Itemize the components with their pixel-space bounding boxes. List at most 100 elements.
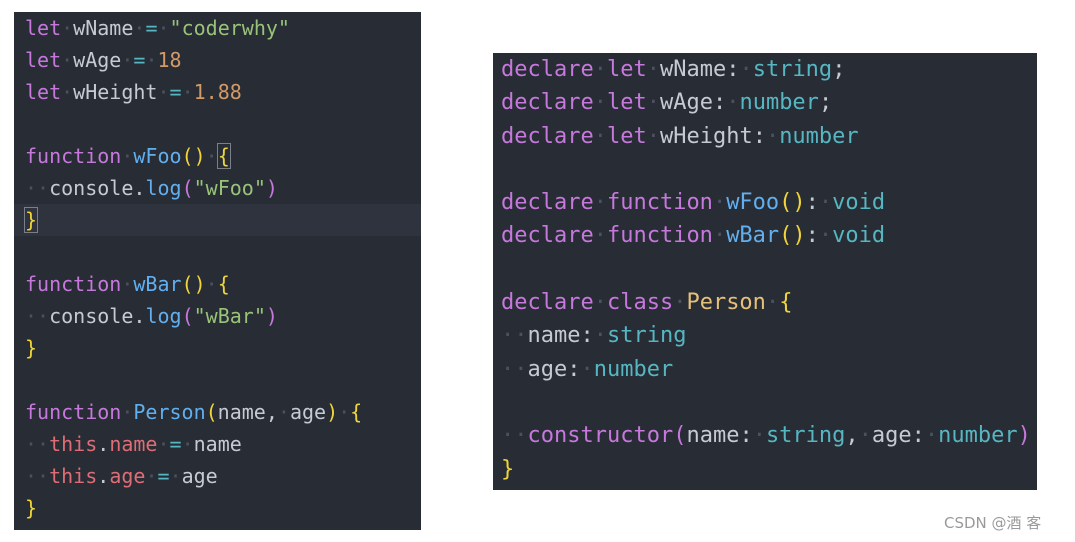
code-token-prop: this <box>49 464 98 488</box>
code-token-pparen: ) <box>265 176 278 200</box>
code-line[interactable]: let·wAge·=·18 <box>25 44 421 76</box>
code-token-num: 1.88 <box>193 80 242 104</box>
code-line[interactable] <box>501 153 1037 186</box>
code-line[interactable]: function·wFoo()·{ <box>25 140 421 172</box>
code-line[interactable] <box>25 364 421 396</box>
code-line[interactable]: ··this.age·=·age <box>25 460 421 492</box>
code-token-var: console <box>49 304 134 328</box>
code-token-paren: { <box>217 272 230 296</box>
code-line[interactable]: declare·let·wName:·string; <box>501 53 1037 86</box>
code-token-kw: let <box>606 123 647 149</box>
whitespace: · <box>181 80 194 104</box>
whitespace: · <box>924 423 939 449</box>
code-token-kw: declare <box>501 290 594 316</box>
code-token-punc: . <box>133 176 146 200</box>
code-token-punc: ; <box>818 90 833 116</box>
code-token-kw: function <box>25 144 122 168</box>
whitespace: · <box>593 90 607 116</box>
code-token-prop: this <box>49 432 98 456</box>
code-line[interactable]: let·wName·=·"coderwhy" <box>25 12 421 44</box>
code-line[interactable]: function·wBar()·{ <box>25 268 421 300</box>
code-token-paren: } <box>25 336 38 360</box>
code-token-var: name <box>217 400 266 424</box>
code-line[interactable]: ··console.log("wBar") <box>25 300 421 332</box>
code-token-paren: () <box>779 190 806 216</box>
code-token-kw: declare <box>501 190 594 216</box>
code-line[interactable]: ··this.name·=·name <box>25 428 421 460</box>
whitespace: · <box>61 16 74 40</box>
code-token-kw: declare <box>501 123 594 149</box>
code-token-kw: declare <box>501 57 594 82</box>
code-line[interactable]: } <box>25 332 421 364</box>
code-token-punc: : <box>805 223 819 249</box>
code-line[interactable]: ··name:·string <box>501 319 1037 352</box>
code-token-var: name <box>193 432 242 456</box>
code-token-var: console <box>49 176 134 200</box>
code-token-kw: declare <box>501 223 594 249</box>
code-token-kw: function <box>606 190 713 216</box>
code-token-paren: { <box>779 290 793 316</box>
whitespace: · <box>752 423 766 449</box>
code-token-pparen: ( <box>181 176 194 200</box>
code-token-paren: } <box>25 496 38 520</box>
code-line[interactable]: declare·function·wFoo():·void <box>501 186 1037 219</box>
code-line[interactable]: ··console.log("wFoo") <box>25 172 421 204</box>
whitespace: · <box>646 123 660 149</box>
whitespace: · <box>712 223 727 249</box>
code-token-pparen: ( <box>673 423 687 449</box>
code-line[interactable] <box>501 386 1037 419</box>
whitespace: · <box>646 90 660 116</box>
whitespace: · <box>726 90 740 116</box>
code-token-type: number <box>938 423 1018 449</box>
whitespace: · <box>858 423 872 449</box>
whitespace: · <box>646 57 660 82</box>
code-line[interactable]: ··constructor(name:·string,·age:·number) <box>501 419 1037 452</box>
code-line[interactable]: ··age:·number <box>501 353 1037 386</box>
code-token-var: age <box>289 400 327 424</box>
whitespace: · <box>157 80 170 104</box>
code-line[interactable]: declare·let·wAge:·number; <box>501 86 1037 119</box>
code-line[interactable] <box>25 108 421 140</box>
code-token-var: name <box>527 323 581 349</box>
code-line[interactable]: } <box>501 453 1037 486</box>
code-token-punc: , <box>265 400 278 424</box>
whitespace: · <box>818 223 833 249</box>
whitespace: · <box>593 57 607 82</box>
code-token-kw: let <box>25 16 62 40</box>
code-line[interactable]: } <box>14 204 421 236</box>
code-line[interactable]: } <box>25 492 421 524</box>
code-token-kw: declare <box>501 90 594 116</box>
code-token-kw: constructor <box>527 423 674 449</box>
whitespace: ·· <box>25 464 50 488</box>
code-line[interactable]: let·wHeight·=·1.88 <box>25 76 421 108</box>
whitespace: · <box>765 123 780 149</box>
code-line[interactable] <box>501 253 1037 286</box>
whitespace: ·· <box>501 323 528 349</box>
code-line[interactable]: declare·function·wBar():·void <box>501 219 1037 252</box>
code-line[interactable] <box>25 236 421 268</box>
code-token-fn: wFoo <box>726 190 780 216</box>
code-token-str: "wBar" <box>193 304 266 328</box>
watermark: CSDN @酒 客 <box>944 514 1042 532</box>
whitespace: · <box>205 272 218 296</box>
code-token-punc: : <box>580 323 594 349</box>
code-token-op: = <box>157 464 170 488</box>
code-line[interactable]: function·Person(name,·age)·{ <box>25 396 421 428</box>
code-token-kw: function <box>25 400 122 424</box>
code-line[interactable]: declare·let·wHeight:·number <box>501 120 1037 153</box>
whitespace: · <box>593 323 607 349</box>
code-token-paren: } <box>23 207 39 233</box>
code-token-var: name <box>686 423 740 449</box>
typescript-declaration-panel: declare·let·wName:·string; declare·let·wA… <box>493 53 1037 490</box>
code-line[interactable]: declare·class·Person·{ <box>501 286 1037 319</box>
code-token-fn: wBar <box>726 223 780 249</box>
whitespace: · <box>277 400 290 424</box>
whitespace: · <box>157 432 170 456</box>
code-token-punc: . <box>97 432 110 456</box>
whitespace: · <box>121 48 134 72</box>
code-token-punc: : <box>805 190 819 216</box>
whitespace: · <box>145 48 158 72</box>
code-token-prop: age <box>109 464 146 488</box>
code-token-type: string <box>606 323 687 349</box>
code-token-type: number <box>739 90 819 116</box>
